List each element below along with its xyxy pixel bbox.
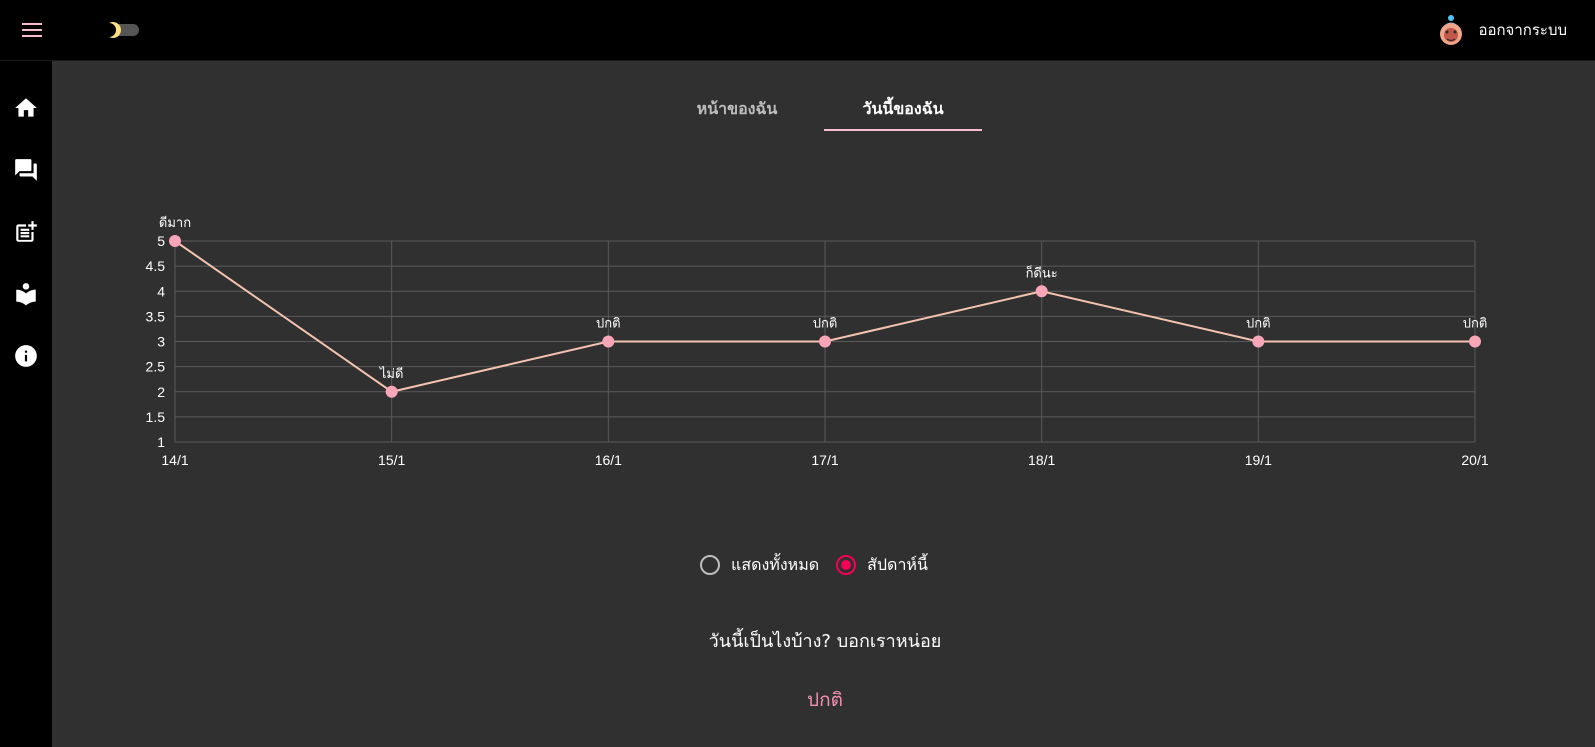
radio-label: สัปดาห์นี้ (867, 554, 928, 574)
x-tick-label: 14/1 (161, 452, 188, 468)
y-tick-label: 5 (157, 233, 165, 249)
radio-this-week[interactable]: สัปดาห์นี้ (836, 553, 928, 578)
data-point (602, 335, 615, 348)
post-add-icon[interactable] (13, 219, 39, 245)
menu-icon[interactable] (20, 19, 44, 41)
radio-circle (836, 555, 857, 575)
moon-icon (102, 21, 122, 39)
tab-indicator (824, 129, 982, 131)
radio-show-all[interactable]: แสดงทั้งหมด (700, 553, 819, 578)
data-label: ไม่ดี (379, 366, 404, 382)
data-point (1035, 285, 1048, 298)
x-tick-label: 20/1 (1461, 452, 1488, 468)
data-point (169, 235, 181, 247)
tab-my-page[interactable]: หน้าของฉัน (668, 86, 806, 132)
data-label: ปกติ (1246, 317, 1271, 332)
data-point (819, 335, 831, 348)
forum-icon[interactable] (13, 157, 39, 183)
avatar (1436, 12, 1466, 48)
x-tick-label: 18/1 (1028, 452, 1055, 468)
home-icon[interactable] (13, 95, 39, 121)
reading-icon[interactable] (13, 281, 39, 307)
x-tick-label: 15/1 (378, 452, 405, 468)
data-label: ก็ดีนะ (1026, 263, 1058, 281)
sidebar (0, 61, 52, 747)
data-point (385, 385, 398, 398)
mood-answer[interactable]: ปกติ (560, 685, 1090, 715)
y-tick-label: 1.5 (146, 409, 166, 425)
data-label: ปกติ (596, 317, 621, 332)
y-tick-label: 4.5 (146, 258, 166, 274)
range-filter: แสดงทั้งหมด สัปดาห์นี้ (700, 551, 928, 579)
data-point (1469, 335, 1481, 348)
user-menu[interactable]: ออกจากระบบ (1436, 8, 1567, 52)
mood-chart: 1 1.5 2 2.5 3 3.5 4 4.5 5 14/1 15/1 16/1 17/1 18/1 19/… (0, 0, 1595, 500)
radio-label: แสดงทั้งหมด (731, 554, 820, 574)
x-tick-label: 19/1 (1245, 452, 1272, 468)
data-point (1252, 335, 1265, 348)
radio-circle (700, 555, 720, 575)
mood-question: วันนี้เป็นไงบ้าง? บอกเราหน่อย (708, 631, 942, 652)
data-label: ปกติ (813, 317, 838, 332)
x-tick-label: 16/1 (595, 452, 622, 468)
info-icon[interactable] (13, 343, 39, 369)
y-tick-label: 3.5 (146, 308, 166, 324)
data-label: ปกติ (1463, 317, 1488, 332)
y-tick-label: 1 (157, 434, 165, 450)
logout-link[interactable]: ออกจากระบบ (1478, 18, 1567, 42)
dark-mode-toggle[interactable] (102, 21, 140, 39)
series-line (174, 240, 1475, 393)
y-tick-label: 2 (157, 384, 165, 400)
mood-line-chart: 1 1.5 2 2.5 3 3.5 4 4.5 5 14/1 15/1 16/1 17/1 18/1 19/… (146, 215, 1489, 468)
tab-my-today[interactable]: วันนี้ของฉัน (824, 86, 982, 132)
top-app-bar: ออกจากระบบ (0, 0, 1595, 61)
y-tick-label: 4 (157, 283, 165, 299)
y-tick-label: 2.5 (146, 359, 166, 375)
x-tick-label: 17/1 (811, 452, 838, 468)
y-tick-label: 3 (157, 334, 165, 350)
data-label: ดีมาก (159, 215, 191, 231)
